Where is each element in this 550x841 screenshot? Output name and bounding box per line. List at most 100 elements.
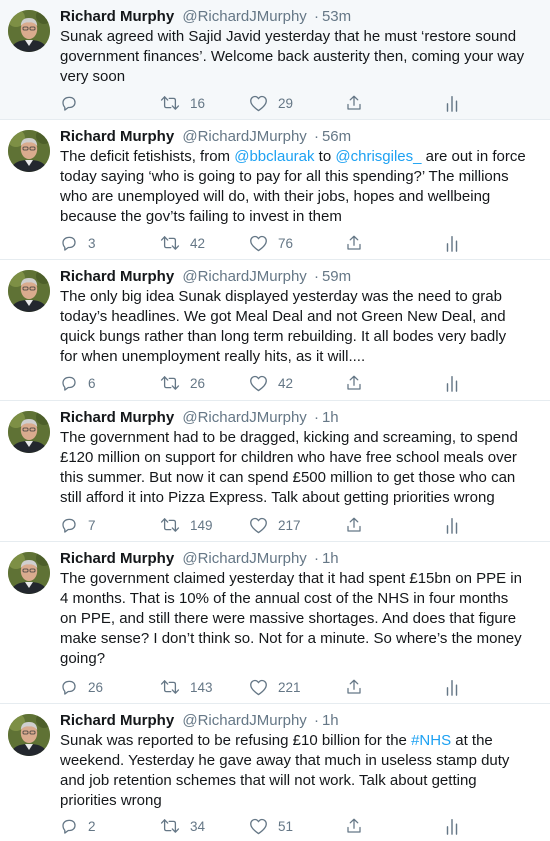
analytics-button[interactable] [444, 373, 460, 393]
reply-button[interactable]: 26 [60, 677, 103, 697]
analytics-button[interactable] [444, 816, 460, 836]
author-name[interactable]: Richard Murphy [60, 712, 174, 729]
like-button[interactable]: 221 [249, 677, 301, 697]
timestamp[interactable]: 56m [322, 128, 351, 145]
avatar[interactable] [8, 552, 50, 594]
timestamp[interactable]: 59m [322, 268, 351, 285]
likes-count: 42 [278, 375, 294, 391]
timestamp[interactable]: 53m [322, 8, 351, 25]
reply-icon [60, 94, 78, 112]
timestamp[interactable]: 1h [322, 712, 339, 729]
mention-link[interactable]: #NHS [411, 732, 451, 749]
author-handle[interactable]: @RichardJMurphy [182, 712, 306, 729]
tweet-text-line: make sense? I don’t think so. Not for a … [60, 629, 544, 649]
retweets-count: 143 [190, 679, 213, 695]
reply-button[interactable] [60, 93, 88, 113]
tweet-text-line: because the gov’ts failing to invest in … [60, 207, 544, 227]
text-segment: are out in force [421, 148, 526, 165]
share-button[interactable] [345, 93, 363, 113]
retweet-icon [160, 516, 180, 534]
timestamp[interactable]: 1h [322, 409, 339, 426]
analytics-icon [444, 374, 460, 392]
avatar[interactable] [8, 130, 50, 172]
retweet-button[interactable]: 16 [160, 93, 205, 113]
text-segment: at the [451, 732, 493, 749]
reply-button[interactable]: 2 [60, 816, 96, 836]
like-button[interactable]: 29 [249, 93, 293, 113]
retweets-count: 16 [190, 95, 206, 111]
retweet-icon [160, 234, 180, 252]
reply-button[interactable]: 6 [60, 373, 96, 393]
tweet-text-line: going? [60, 649, 544, 669]
share-button[interactable] [345, 816, 363, 836]
separator-dot: · [313, 268, 319, 285]
text-segment: The government claimed yesterday that it… [60, 570, 522, 587]
retweet-icon [160, 94, 180, 112]
avatar[interactable] [8, 411, 50, 453]
share-button[interactable] [345, 515, 363, 535]
author-handle[interactable]: @RichardJMurphy [182, 268, 306, 285]
separator-dot: · [313, 128, 319, 145]
tweet-text-line: The government had to be dragged, kickin… [60, 428, 544, 448]
mention-link[interactable]: @bbclaurak [234, 148, 314, 165]
analytics-button[interactable] [444, 515, 460, 535]
tweet-text-line: Sunak was reported to be refusing £10 bi… [60, 731, 544, 751]
author-name[interactable]: Richard Murphy [60, 8, 174, 25]
like-button[interactable]: 51 [249, 816, 293, 836]
analytics-icon [444, 94, 460, 112]
reply-button[interactable]: 7 [60, 515, 96, 535]
retweets-count: 26 [190, 375, 206, 391]
avatar[interactable] [8, 10, 50, 52]
author-name[interactable]: Richard Murphy [60, 268, 174, 285]
separator-dot: · [313, 8, 319, 25]
timestamp[interactable]: 1h [322, 550, 339, 567]
author-handle[interactable]: @RichardJMurphy [182, 550, 306, 567]
tweet[interactable]: Richard Murphy @RichardJMurphy · 1h Sunak … [0, 704, 550, 841]
tweet-text-line: priorities wrong [60, 791, 544, 811]
text-segment: today saying ‘who is going to pay for al… [60, 168, 509, 185]
tweet-actions: 26 143 221 [60, 677, 544, 697]
like-button[interactable]: 42 [249, 373, 293, 393]
text-segment: make sense? I don’t think so. Not for a … [60, 630, 522, 647]
avatar[interactable] [8, 714, 50, 756]
tweet-text-line: today’s headlines. We got Meal Deal and … [60, 307, 544, 327]
avatar[interactable] [8, 270, 50, 312]
analytics-button[interactable] [444, 233, 460, 253]
author-handle[interactable]: @RichardJMurphy [182, 128, 306, 145]
share-icon [345, 678, 363, 696]
text-segment: going? [60, 650, 106, 667]
author-handle[interactable]: @RichardJMurphy [182, 409, 306, 426]
like-button[interactable]: 217 [249, 515, 301, 535]
tweet[interactable]: Richard Murphy @RichardJMurphy · 53m Sunak… [0, 0, 550, 120]
tweet-text-line: today saying ‘who is going to pay for al… [60, 167, 544, 187]
tweet[interactable]: Richard Murphy @RichardJMurphy · 1h The go… [0, 542, 550, 704]
text-segment: priorities wrong [60, 792, 162, 809]
analytics-button[interactable] [444, 677, 460, 697]
tweet[interactable]: Richard Murphy @RichardJMurphy · 59m The o… [0, 260, 550, 401]
retweet-button[interactable]: 42 [160, 233, 205, 253]
retweet-button[interactable]: 149 [160, 515, 213, 535]
tweet[interactable]: Richard Murphy @RichardJMurphy · 1h The go… [0, 401, 550, 542]
tweet-actions: 3 42 76 [60, 233, 544, 253]
share-button[interactable] [345, 373, 363, 393]
text-segment: on PPE, and still there were massive sho… [60, 610, 517, 627]
author-name[interactable]: Richard Murphy [60, 128, 174, 145]
tweet-text-line: very soon [60, 67, 544, 87]
like-button[interactable]: 76 [249, 233, 293, 253]
retweet-button[interactable]: 143 [160, 677, 213, 697]
mention-link[interactable]: @chrisgiles_ [335, 148, 421, 165]
retweet-button[interactable]: 26 [160, 373, 205, 393]
reply-button[interactable]: 3 [60, 233, 96, 253]
tweet-text-line: weekend. Yesterday he gave away that muc… [60, 751, 544, 771]
share-button[interactable] [345, 677, 363, 697]
reply-icon [60, 678, 78, 696]
retweet-button[interactable]: 34 [160, 816, 205, 836]
tweet[interactable]: Richard Murphy @RichardJMurphy · 56m The d… [0, 120, 550, 260]
share-button[interactable] [345, 233, 363, 253]
tweet-text-line: Sunak agreed with Sajid Javid yesterday … [60, 27, 544, 47]
author-name[interactable]: Richard Murphy [60, 409, 174, 426]
analytics-button[interactable] [444, 93, 460, 113]
author-name[interactable]: Richard Murphy [60, 550, 174, 567]
retweet-icon [160, 374, 180, 392]
author-handle[interactable]: @RichardJMurphy [182, 8, 306, 25]
